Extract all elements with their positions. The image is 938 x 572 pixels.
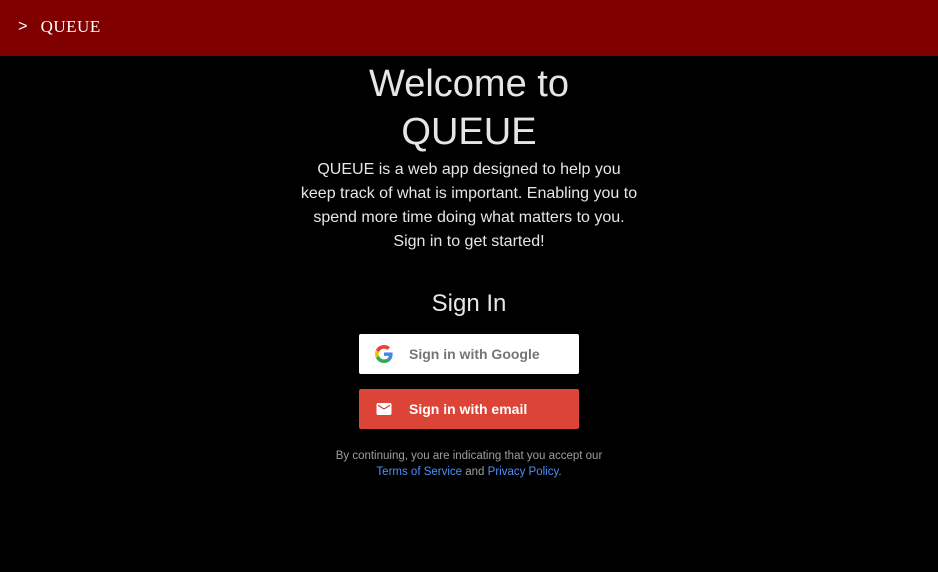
terms-of-service-link[interactable]: Terms of Service: [376, 466, 462, 478]
mail-icon: [375, 400, 393, 418]
page-title: Welcome to QUEUE: [369, 63, 569, 153]
app-name: QUEUE: [40, 17, 101, 36]
privacy-policy-link[interactable]: Privacy Policy: [488, 466, 559, 478]
legal-suffix: .: [558, 466, 562, 478]
page: > QUEUE Welcome to QUEUE QUEUE is a web …: [0, 0, 938, 572]
legal-prefix: By continuing, you are indicating that y…: [335, 450, 603, 462]
sign-in-google-button[interactable]: Sign in with Google: [359, 334, 579, 374]
sign-in-email-label: Sign in with email: [409, 401, 528, 417]
legal-notice: By continuing, you are indicating that y…: [319, 448, 619, 480]
brand-home-link[interactable]: > QUEUE: [18, 16, 101, 38]
google-g-icon: [375, 345, 393, 363]
signin-heading: Sign In: [431, 290, 507, 317]
top-app-bar: > QUEUE: [0, 0, 938, 56]
main-content: Welcome to QUEUE QUEUE is a web app desi…: [0, 56, 938, 480]
sign-in-google-label: Sign in with Google: [409, 346, 540, 362]
legal-conjunction: and: [465, 466, 485, 478]
sign-in-email-button[interactable]: Sign in with email: [359, 389, 579, 429]
intro-text: QUEUE is a web app designed to help you …: [300, 161, 638, 250]
chevron-right-icon: >: [18, 18, 28, 36]
